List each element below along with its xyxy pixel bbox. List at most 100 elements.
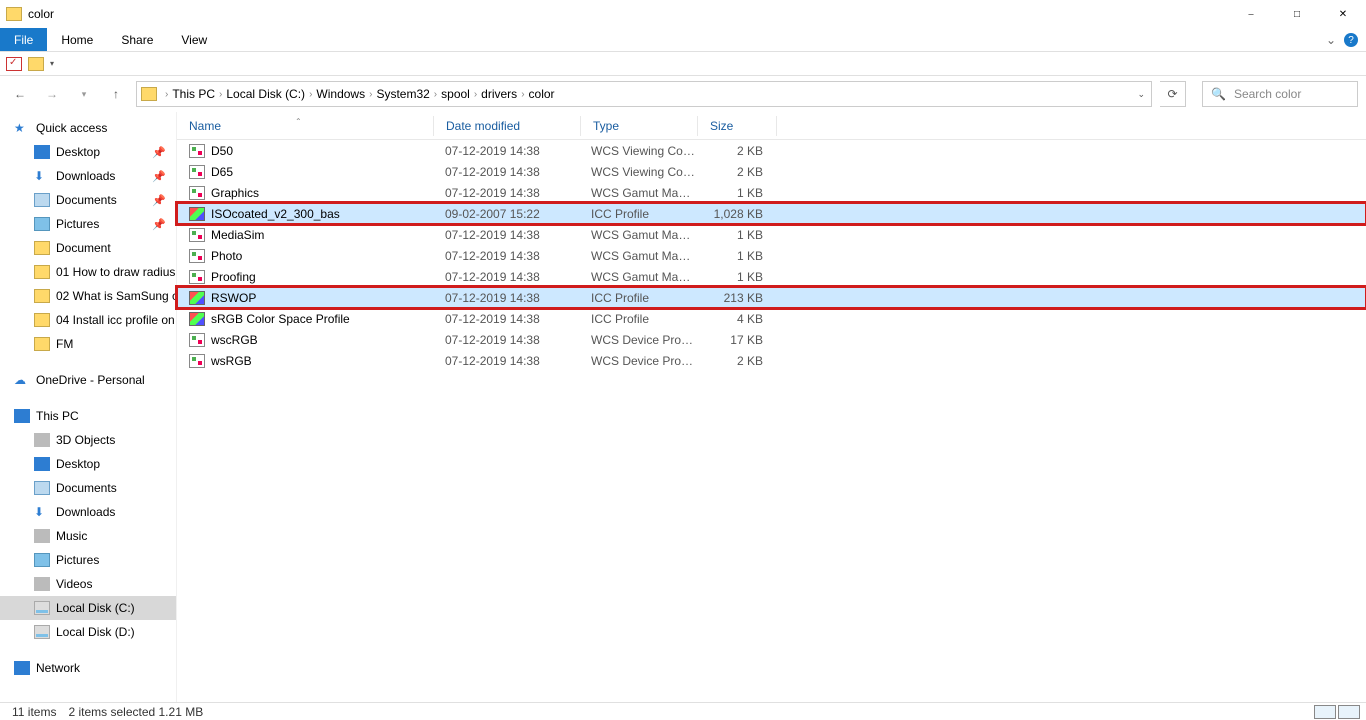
nav-pinned-item[interactable]: Pictures 📌	[0, 212, 176, 236]
file-icon	[189, 165, 205, 179]
tab-file[interactable]: File	[0, 28, 47, 51]
new-folder-icon[interactable]	[28, 57, 44, 71]
breadcrumb-sep-icon: ›	[521, 89, 524, 100]
breadcrumb-item[interactable]: drivers	[481, 87, 517, 101]
breadcrumb-item[interactable]: This PC	[172, 87, 215, 101]
address-dropdown-icon[interactable]: ⌄	[1137, 89, 1145, 100]
folder-icon	[34, 241, 50, 255]
icons-view-button[interactable]	[1338, 705, 1360, 719]
file-icon	[189, 354, 205, 368]
file-row[interactable]: ISOcoated_v2_300_bas 09-02-2007 15:22 IC…	[177, 203, 1366, 224]
file-row[interactable]: wscRGB 07-12-2019 14:38 WCS Device Profi…	[177, 329, 1366, 350]
file-date: 07-12-2019 14:38	[433, 270, 579, 284]
up-button[interactable]: ↑	[104, 82, 128, 106]
nav-pc-item[interactable]: Desktop	[0, 452, 176, 476]
file-date: 09-02-2007 15:22	[433, 207, 579, 221]
nav-pc-item[interactable]: Local Disk (D:)	[0, 620, 176, 644]
nav-frequent-item[interactable]: Document	[0, 236, 176, 260]
nav-quick-access[interactable]: ★ Quick access	[0, 116, 176, 140]
file-row[interactable]: RSWOP 07-12-2019 14:38 ICC Profile 213 K…	[177, 287, 1366, 308]
monitor-icon	[14, 409, 30, 423]
address-bar[interactable]: › This PC › Local Disk (C:) › Windows › …	[136, 81, 1152, 107]
nav-pc-item[interactable]: Music	[0, 524, 176, 548]
nav-label: Local Disk (C:)	[56, 601, 135, 615]
minimize-button[interactable]: –	[1228, 0, 1274, 28]
breadcrumb-item[interactable]: Local Disk (C:)	[226, 87, 305, 101]
nav-frequent-item[interactable]: 04 Install icc profile on	[0, 308, 176, 332]
breadcrumb-item[interactable]: color	[529, 87, 555, 101]
properties-icon[interactable]	[6, 57, 22, 71]
details-view-button[interactable]	[1314, 705, 1336, 719]
column-header-type[interactable]: Type	[581, 119, 697, 133]
nav-pc-item[interactable]: ⬇ Downloads	[0, 500, 176, 524]
column-header-name[interactable]: Name ⌃	[177, 119, 433, 133]
nav-pc-item[interactable]: Pictures	[0, 548, 176, 572]
recent-locations-button[interactable]: ▾	[72, 82, 96, 106]
breadcrumb-sep-icon: ›	[474, 89, 477, 100]
file-row[interactable]: D65 07-12-2019 14:38 WCS Viewing Con... …	[177, 161, 1366, 182]
breadcrumb-sep-icon: ›	[369, 89, 372, 100]
file-size: 1 KB	[695, 249, 773, 263]
sort-asc-icon: ⌃	[295, 117, 302, 126]
file-row[interactable]: Photo 07-12-2019 14:38 WCS Gamut Map... …	[177, 245, 1366, 266]
breadcrumb-sep-icon: ›	[309, 89, 312, 100]
file-size: 17 KB	[695, 333, 773, 347]
nav-pc-item[interactable]: Local Disk (C:)	[0, 596, 176, 620]
forward-button[interactable]: →	[40, 82, 64, 106]
file-date: 07-12-2019 14:38	[433, 354, 579, 368]
pc-icon	[34, 577, 50, 591]
file-size: 1,028 KB	[695, 207, 773, 221]
main-area: ★ Quick access Desktop 📌⬇ Downloads 📌 Do…	[0, 112, 1366, 702]
tab-home[interactable]: Home	[47, 28, 107, 51]
help-button[interactable]: ?	[1344, 28, 1358, 52]
nav-pinned-item[interactable]: Desktop 📌	[0, 140, 176, 164]
drv-icon	[34, 625, 50, 639]
pc-icon	[34, 433, 50, 447]
breadcrumb-item[interactable]: spool	[441, 87, 470, 101]
file-date: 07-12-2019 14:38	[433, 249, 579, 263]
nav-onedrive[interactable]: ☁ OneDrive - Personal	[0, 368, 176, 392]
nav-pinned-item[interactable]: Documents 📌	[0, 188, 176, 212]
ribbon-collapse-button[interactable]: ⌄	[1326, 28, 1336, 52]
column-header-size[interactable]: Size	[698, 119, 776, 133]
ribbon-tabs: File Home Share View ⌄ ?	[0, 28, 1366, 52]
nav-network[interactable]: Network	[0, 656, 176, 680]
nav-pc-item[interactable]: Documents	[0, 476, 176, 500]
nav-this-pc[interactable]: This PC	[0, 404, 176, 428]
tab-share[interactable]: Share	[107, 28, 167, 51]
file-icon	[189, 291, 205, 305]
navigation-pane: ★ Quick access Desktop 📌⬇ Downloads 📌 Do…	[0, 112, 176, 702]
file-size: 4 KB	[695, 312, 773, 326]
file-row[interactable]: Graphics 07-12-2019 14:38 WCS Gamut Map.…	[177, 182, 1366, 203]
file-row[interactable]: D50 07-12-2019 14:38 WCS Viewing Con... …	[177, 140, 1366, 161]
breadcrumb-item[interactable]: Windows	[316, 87, 365, 101]
nav-label: Videos	[56, 577, 92, 591]
file-icon	[189, 312, 205, 326]
file-icon	[189, 228, 205, 242]
file-row[interactable]: MediaSim 07-12-2019 14:38 WCS Gamut Map.…	[177, 224, 1366, 245]
file-size: 1 KB	[695, 186, 773, 200]
file-name: RSWOP	[211, 291, 256, 305]
window-controls: – □ ✕	[1228, 0, 1366, 28]
file-row[interactable]: Proofing 07-12-2019 14:38 WCS Gamut Map.…	[177, 266, 1366, 287]
file-row[interactable]: wsRGB 07-12-2019 14:38 WCS Device Profil…	[177, 350, 1366, 371]
nav-pc-item[interactable]: 3D Objects	[0, 428, 176, 452]
back-button[interactable]: ←	[8, 82, 32, 106]
quick-access-toolbar: ▾	[0, 52, 1366, 76]
file-row[interactable]: sRGB Color Space Profile 07-12-2019 14:3…	[177, 308, 1366, 329]
close-button[interactable]: ✕	[1320, 0, 1366, 28]
search-input[interactable]: 🔍 Search color	[1202, 81, 1358, 107]
breadcrumb-item[interactable]: System32	[376, 87, 429, 101]
tab-view[interactable]: View	[167, 28, 221, 51]
refresh-button[interactable]: ⟳	[1160, 81, 1186, 107]
nav-pinned-item[interactable]: ⬇ Downloads 📌	[0, 164, 176, 188]
qat-dropdown-icon[interactable]: ▾	[50, 59, 54, 68]
cloud-icon: ☁	[14, 373, 30, 387]
nav-frequent-item[interactable]: 02 What is SamSung c	[0, 284, 176, 308]
nav-frequent-item[interactable]: 01 How to draw radius	[0, 260, 176, 284]
nav-label: FM	[56, 337, 73, 351]
nav-pc-item[interactable]: Videos	[0, 572, 176, 596]
nav-frequent-item[interactable]: FM	[0, 332, 176, 356]
maximize-button[interactable]: □	[1274, 0, 1320, 28]
column-header-date[interactable]: Date modified	[434, 119, 580, 133]
